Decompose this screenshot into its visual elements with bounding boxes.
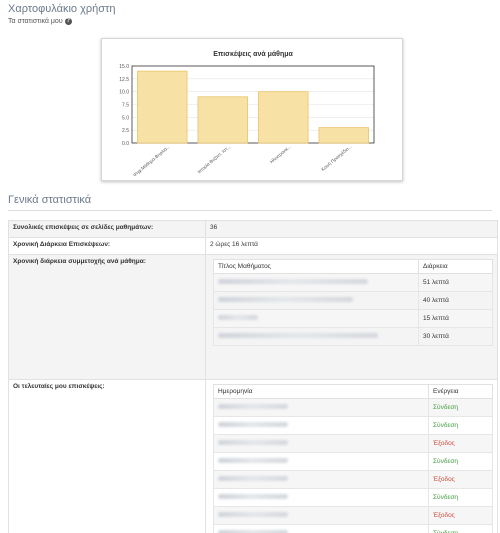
y-tick-label: 0.0 bbox=[122, 141, 129, 147]
general-stats-table: Συνολικές επισκέψεις σε σελίδες μαθημάτω… bbox=[8, 220, 498, 533]
stats-value: 36 bbox=[205, 220, 498, 238]
date-redacted bbox=[213, 398, 429, 417]
duration-value: 51 λεπτά bbox=[418, 273, 493, 292]
col-date: Ημερομηνία bbox=[213, 384, 429, 399]
duration-value: 40 λεπτά bbox=[418, 291, 493, 310]
chart-bar bbox=[137, 70, 188, 144]
duration-value: 15 λεπτά bbox=[418, 309, 493, 328]
visit-action: Σύνδεση bbox=[428, 452, 493, 471]
date-redacted bbox=[213, 524, 429, 533]
y-tick-label: 10.0 bbox=[119, 90, 129, 96]
y-tick-label: 2.5 bbox=[122, 128, 129, 134]
stats-value-table-cell: Τίτλος Μαθήματος Διάρκεια 51 λεπτά 40 λε… bbox=[205, 254, 498, 380]
table-row: 51 λεπτά bbox=[213, 273, 493, 292]
col-duration: Διάρκεια bbox=[418, 259, 493, 274]
course-title-redacted bbox=[213, 273, 419, 292]
visit-action: Σύνδεση bbox=[428, 416, 493, 435]
subtitle-text: Τα στατιστικά μου bbox=[8, 18, 63, 25]
page-title: Χαρτοφυλάκιο χρήστη bbox=[8, 3, 116, 15]
stats-row-total-duration: Χρονική Διάρκεια Επισκέψεων: 2 ώρες 16 λ… bbox=[8, 237, 498, 255]
table-row: 40 λεπτά bbox=[213, 291, 493, 310]
date-redacted bbox=[213, 506, 429, 525]
recent-visits-table: Ημερομηνία Ενέργεια Σύνδεση Σύνδεση Έξοδ… bbox=[213, 384, 493, 533]
date-redacted bbox=[213, 488, 429, 507]
stats-row-total-visits: Συνολικές επισκέψεις σε σελίδες μαθημάτω… bbox=[8, 220, 498, 238]
col-action: Ενέργεια bbox=[428, 384, 493, 399]
y-tick-label: 7.5 bbox=[122, 103, 129, 109]
col-course-title: Τίτλος Μαθήματος bbox=[213, 259, 419, 274]
date-redacted bbox=[213, 452, 429, 471]
stats-value-table-cell: Ημερομηνία Ενέργεια Σύνδεση Σύνδεση Έξοδ… bbox=[205, 379, 498, 533]
section-divider bbox=[8, 210, 492, 211]
table-header-row: Τίτλος Μαθήματος Διάρκεια bbox=[213, 259, 493, 274]
visits-chart-card: Επισκέψεις ανά μάθημα 0.0 2.5 5.0 7.5 10.0 12.… bbox=[101, 38, 403, 181]
table-row: 30 λεπτά bbox=[213, 327, 493, 346]
stats-row-recent-visits: Οι τελευταίες μου επισκέψεις: Ημερομηνία… bbox=[8, 379, 498, 533]
course-title-redacted bbox=[213, 291, 419, 310]
visits-bar-chart: Επισκέψεις ανά μάθημα 0.0 2.5 5.0 7.5 10.0 12.… bbox=[119, 51, 375, 178]
general-stats-title: Γενικά στατιστικά bbox=[8, 194, 92, 206]
table-row: Έξοδος bbox=[213, 506, 493, 525]
date-redacted bbox=[213, 434, 429, 453]
chart-bar bbox=[197, 96, 248, 144]
date-redacted bbox=[213, 470, 429, 489]
page-subtitle: Τα στατιστικά μου ? bbox=[8, 18, 72, 25]
chart-bar bbox=[318, 127, 369, 144]
course-title-redacted bbox=[213, 309, 419, 328]
table-row: 15 λεπτά bbox=[213, 309, 493, 328]
visit-action: Έξοδος bbox=[428, 434, 493, 453]
date-redacted bbox=[213, 416, 429, 435]
visit-action: Έξοδος bbox=[428, 506, 493, 525]
table-row: Σύνδεση bbox=[213, 524, 493, 533]
table-row: Σύνδεση bbox=[213, 416, 493, 435]
visit-action: Σύνδεση bbox=[428, 398, 493, 417]
y-tick-label: 5.0 bbox=[122, 115, 129, 121]
course-duration-table: Τίτλος Μαθήματος Διάρκεια 51 λεπτά 40 λε… bbox=[213, 259, 493, 346]
table-row: Σύνδεση bbox=[213, 452, 493, 471]
x-tick-label: Κοινή Προσχέδιο... bbox=[320, 143, 353, 172]
x-tick-label: Ψηφ.Μάθημα-Βιτρίνα... bbox=[131, 143, 170, 177]
stats-row-course-duration: Χρονική διάρκεια συμμετοχής ανά μάθημα: … bbox=[8, 254, 498, 380]
y-tick-label: 15.0 bbox=[119, 64, 129, 70]
chart-bar bbox=[258, 91, 309, 144]
table-row: Σύνδεση bbox=[213, 398, 493, 417]
duration-value: 30 λεπτά bbox=[418, 327, 493, 346]
visit-action: Σύνδεση bbox=[428, 488, 493, 507]
stats-label: Οι τελευταίες μου επισκέψεις: bbox=[8, 379, 206, 533]
table-row: Έξοδος bbox=[213, 470, 493, 489]
chart-title: Επισκέψεις ανά μάθημα bbox=[213, 51, 293, 58]
visit-action: Έξοδος bbox=[428, 470, 493, 489]
visit-action: Σύνδεση bbox=[428, 524, 493, 533]
y-tick-label: 12.5 bbox=[119, 77, 129, 83]
table-header-row: Ημερομηνία Ενέργεια bbox=[213, 384, 493, 399]
stats-label: Χρονική διάρκεια συμμετοχής ανά μάθημα: bbox=[8, 254, 206, 380]
stats-value: 2 ώρες 16 λεπτά bbox=[205, 237, 498, 255]
x-tick-label: Ιστορία Βυζαντ. Ιστ... bbox=[196, 144, 231, 175]
stats-label: Συνολικές επισκέψεις σε σελίδες μαθημάτω… bbox=[8, 220, 206, 238]
course-title-redacted bbox=[213, 327, 419, 346]
question-circle-icon[interactable]: ? bbox=[64, 18, 72, 25]
table-row: Έξοδος bbox=[213, 434, 493, 453]
x-tick-label: Ηλεκτρονικ... bbox=[269, 144, 292, 164]
stats-label: Χρονική Διάρκεια Επισκέψεων: bbox=[8, 237, 206, 255]
table-row: Σύνδεση bbox=[213, 488, 493, 507]
